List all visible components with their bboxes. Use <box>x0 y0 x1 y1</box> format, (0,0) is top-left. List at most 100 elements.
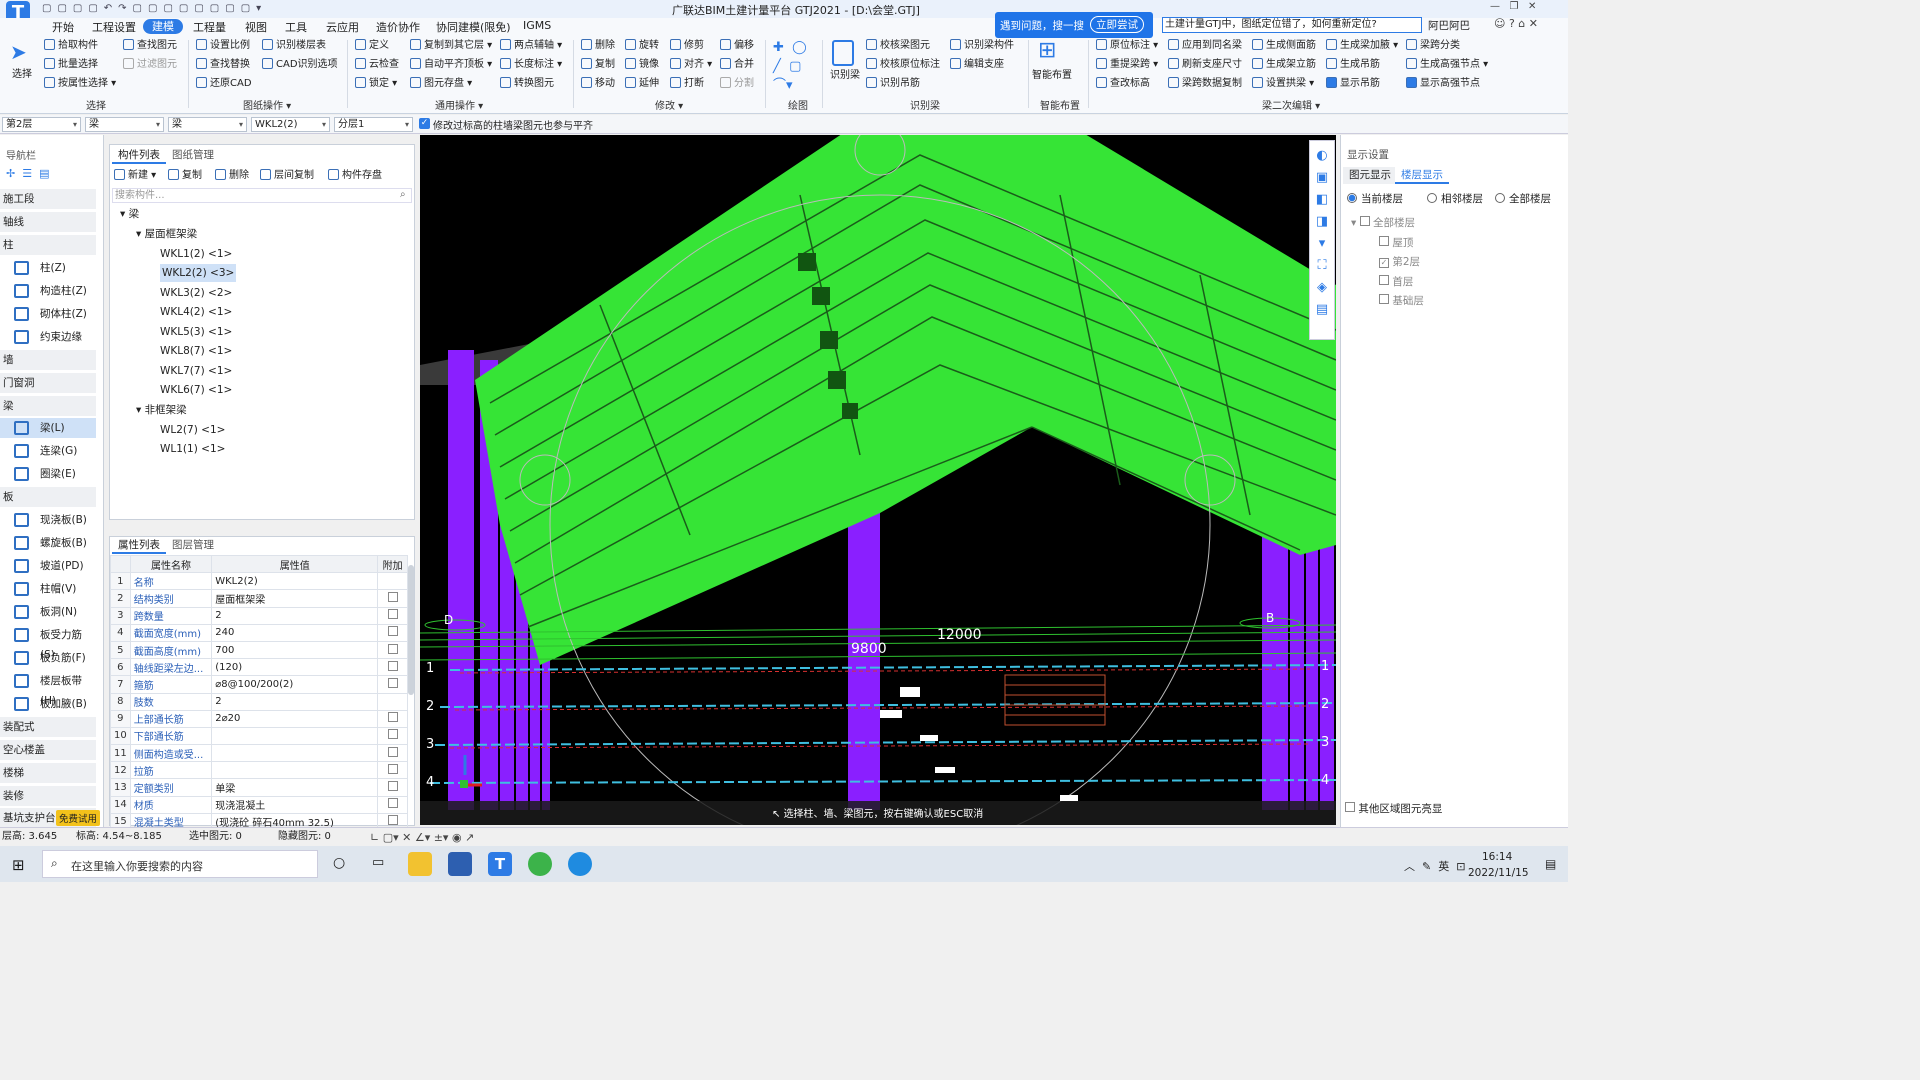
floor-tree-root[interactable]: ▾ 全部楼层 <box>1351 215 1415 230</box>
extra-checkbox[interactable] <box>377 726 408 746</box>
gen-hs-node-button[interactable]: 生成高强节点 ▾ <box>1406 58 1488 72</box>
smart-layout-button[interactable]: 智能布置 <box>1032 69 1072 83</box>
extra-checkbox[interactable] <box>377 778 408 797</box>
auto-align-slab-button[interactable]: 自动平齐顶板 ▾ <box>410 58 492 72</box>
cad-app-icon[interactable] <box>448 852 472 876</box>
nav-section[interactable]: 楼梯 <box>0 763 96 783</box>
gen-side-rebar-button[interactable]: 生成侧面筋 <box>1252 39 1316 53</box>
menu-modeling[interactable]: 建模 <box>143 19 183 34</box>
nav-item[interactable]: 连梁(G) <box>0 441 96 461</box>
property-value[interactable]: 屋面框架梁 <box>211 589 379 608</box>
nav-view-icons[interactable]: ✢ ☰ ▤ <box>6 167 49 180</box>
length-dim-button[interactable]: 长度标注 ▾ <box>500 58 562 72</box>
menu-igms[interactable]: IGMS <box>523 19 551 32</box>
tab-properties[interactable]: 属性列表 <box>112 537 166 554</box>
property-row[interactable]: 14 材质 现浇混凝土 <box>110 795 408 814</box>
cloud-check-button[interactable]: 云检查 <box>355 58 399 72</box>
find-element-button[interactable]: 查找图元 <box>123 39 177 53</box>
in-place-annotation-button[interactable]: 原位标注 ▾ <box>1096 39 1158 53</box>
property-value[interactable] <box>211 761 379 780</box>
user-name[interactable]: 阿巴阿巴 <box>1428 18 1470 33</box>
property-row[interactable]: 11 侧面构造或受... <box>110 744 408 763</box>
select-arrow-icon[interactable]: ➤ <box>10 40 32 64</box>
show-hs-node-checkbox[interactable]: 显示高强节点 <box>1406 77 1480 91</box>
re-extract-span-button[interactable]: 重提梁跨 ▾ <box>1096 58 1158 72</box>
nav-section[interactable]: 板 <box>0 487 96 507</box>
edit-support-button[interactable]: 编辑支座 <box>950 58 1004 72</box>
rotate-button[interactable]: 旋转 <box>625 39 659 53</box>
nav-section[interactable]: 门窗洞 <box>0 373 96 393</box>
set-scale-button[interactable]: 设置比例 <box>196 39 250 53</box>
menu-view[interactable]: 视图 <box>245 19 267 35</box>
menu-start[interactable]: 开始 <box>52 19 74 35</box>
tree-group[interactable]: ▾ 屋面框架梁 <box>136 225 197 243</box>
nav-item[interactable]: 现浇板(B) <box>0 510 96 530</box>
property-row[interactable]: 5 截面高度(mm) 700 <box>110 640 408 660</box>
floor-check[interactable]: 屋顶 <box>1379 235 1413 250</box>
tab-drawing-management[interactable]: 图纸管理 <box>166 147 220 164</box>
gen-hanger-button[interactable]: 生成吊筋 <box>1326 58 1380 72</box>
property-value[interactable]: 单梁 <box>211 778 379 797</box>
nav-section[interactable]: 墙 <box>0 350 96 370</box>
move-button[interactable]: 移动 <box>581 77 615 91</box>
floor-check[interactable]: 首层 <box>1379 274 1413 289</box>
property-value[interactable]: 240 <box>211 623 379 642</box>
property-row[interactable]: 1 名称 WKL2(2) <box>110 572 408 591</box>
align-button[interactable]: 对齐 ▾ <box>670 58 712 72</box>
set-arch-beam-button[interactable]: 设置拱梁 ▾ <box>1252 77 1314 91</box>
property-value[interactable]: 2⌀20 <box>211 709 379 728</box>
nav-item[interactable]: 构造柱(Z) <box>0 281 96 301</box>
recognize-floor-table-button[interactable]: 识别楼层表 <box>262 39 326 53</box>
property-row[interactable]: 2 结构类别 屋面框架梁 <box>110 589 408 608</box>
tree-item[interactable]: WL1(1) <1> <box>160 440 225 458</box>
nav-item[interactable]: 板洞(N) <box>0 602 96 622</box>
search-icon[interactable]: ⌕ <box>400 189 406 200</box>
property-row[interactable]: 7 箍筋 ⌀8@100/200(2) <box>110 675 408 694</box>
tab-element-display[interactable]: 图元显示 <box>1343 167 1397 184</box>
recognize-beam-comp-button[interactable]: 识别梁构件 <box>950 39 1014 53</box>
nav-item[interactable]: 板加腋(B) <box>0 694 96 714</box>
snap-tools-icons[interactable]: ∟ ▢▾ ✕ ∠▾ ±▾ ◉ ↗ <box>370 829 474 847</box>
property-value[interactable]: 现浇混凝土 <box>211 795 379 814</box>
layer-copy-button[interactable]: 层间复制 <box>260 169 314 183</box>
copy-span-data-button[interactable]: 梁跨数据复制 <box>1168 77 1242 91</box>
merge-button[interactable]: 合并 <box>720 58 754 72</box>
menu-cost[interactable]: 造价协作 <box>376 19 420 35</box>
toolbar-icons-right[interactable]: ☺ ? ⌂ ✕ <box>1494 17 1538 30</box>
extra-checkbox[interactable] <box>377 658 408 677</box>
menu-collab[interactable]: 协同建模(限免) <box>436 19 511 35</box>
nav-section[interactable]: 轴线 <box>0 212 96 232</box>
quick-access-icons[interactable]: ▢▢▢▢↶↷▢▢▢▢▢▢▢▢▾ <box>42 3 267 14</box>
explorer-icon[interactable] <box>408 852 432 876</box>
3d-viewport[interactable]: 9800 12000 D B 1 2 3 4 1 2 3 4 ↖ 选择柱、墙、梁… <box>420 135 1336 825</box>
menu-cloud[interactable]: 云应用 <box>326 19 359 35</box>
copy-button[interactable]: 复制 <box>581 58 615 72</box>
menu-project-settings[interactable]: 工程设置 <box>92 19 136 35</box>
recognize-beam-button[interactable]: 识别梁 <box>830 69 860 83</box>
property-row[interactable]: 12 拉筋 <box>110 761 408 780</box>
taskbar-search[interactable]: ⌕ 在这里输入你要搜索的内容 <box>42 850 318 878</box>
nav-item[interactable]: 柱帽(V) <box>0 579 96 599</box>
model-canvas[interactable] <box>420 135 1336 825</box>
lock-button[interactable]: 锁定 ▾ <box>355 77 397 91</box>
property-value[interactable]: 2 <box>211 606 379 625</box>
wechat-icon[interactable] <box>528 852 552 876</box>
tree-group[interactable]: ▾ 非框架梁 <box>136 401 187 419</box>
menu-tools[interactable]: 工具 <box>285 19 307 35</box>
find-replace-button[interactable]: 查找替换 <box>196 58 250 72</box>
radio-all-floors[interactable]: 全部楼层 <box>1495 191 1551 206</box>
property-value[interactable] <box>211 744 379 763</box>
filter-element-button[interactable]: 过滤图元 <box>123 58 177 72</box>
extra-checkbox[interactable] <box>377 761 408 780</box>
extend-button[interactable]: 延伸 <box>625 77 659 91</box>
cortana-icon[interactable]: ○ <box>333 855 345 871</box>
window-controls[interactable]: — ❐ ✕ <box>1490 1 1536 12</box>
property-row[interactable]: 4 截面宽度(mm) 240 <box>110 623 408 642</box>
property-row[interactable]: 13 定额类别 单梁 <box>110 778 408 797</box>
property-value[interactable]: ⌀8@100/200(2) <box>211 675 379 694</box>
draw-tools-icons[interactable]: ✚ ◯ ╱ ▢ ⌒▾ <box>773 38 807 95</box>
gen-haunch-button[interactable]: 生成梁加腋 ▾ <box>1326 39 1398 53</box>
layer-select[interactable]: 分层1 <box>334 117 413 132</box>
tree-root[interactable]: ▾ 梁 <box>120 205 139 223</box>
nav-item[interactable]: 砌体柱(Z) <box>0 304 96 324</box>
